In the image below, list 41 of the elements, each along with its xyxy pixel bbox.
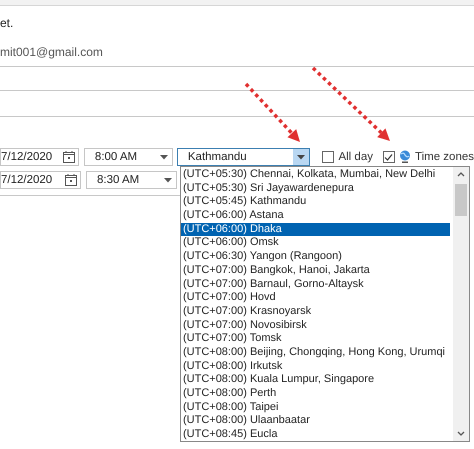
calendar-icon[interactable]	[62, 151, 75, 163]
calendar-icon[interactable]	[65, 174, 77, 186]
time-zone-option[interactable]: (UTC+08:45) Eucla	[181, 428, 450, 442]
time-zone-option[interactable]: (UTC+06:00) Omsk	[181, 236, 450, 250]
dropdown-button[interactable]	[293, 149, 310, 165]
time-zone-option[interactable]: (UTC+07:00) Novosibirsk	[181, 318, 450, 332]
time-zone-option[interactable]: (UTC+06:00) Dhaka	[181, 222, 450, 236]
time-zone-option[interactable]: (UTC+08:00) Kuala Lumpur, Singapore	[181, 373, 450, 387]
scroll-thumb[interactable]	[455, 184, 467, 216]
caret-icon	[160, 154, 168, 160]
globe-icon	[398, 150, 411, 164]
checkbox-label: Time zones	[414, 151, 474, 163]
date-field[interactable]: 7/12/2020	[0, 171, 81, 189]
dotted-arrow	[244, 82, 300, 142]
time-zone-option[interactable]: (UTC+05:45) Kathmandu	[181, 195, 450, 210]
time-zone-option[interactable]: (UTC+08:00) Perth	[181, 387, 450, 401]
time-zone-option[interactable]: (UTC+08:00) Taipei	[181, 400, 450, 414]
checkbox-label: All day	[338, 151, 373, 163]
time-zone-option[interactable]: (UTC+07:00) Barnaul, Gorno-Altaysk	[181, 278, 450, 292]
time-zone-option[interactable]: (UTC+08:00) Beijing, Chongqing, Hong Kong, Urumqi	[181, 346, 450, 360]
time-zone-option[interactable]: (UTC+07:00) Hovd	[181, 291, 450, 305]
organizer-email: mit001@gmail.com	[0, 45, 104, 59]
time-zone-option[interactable]: (UTC+07:00) Bangkok, Hanoi, Jakarta	[181, 264, 450, 278]
time-zone-option[interactable]: (UTC+07:00) Tomsk	[181, 332, 450, 346]
time-dropdown[interactable]: 8:00 AM	[84, 148, 173, 166]
time-zone-option[interactable]: (UTC+08:00) Ulaanbaatar	[181, 414, 450, 428]
time-zone-option[interactable]: (UTC+07:00) Krasnoyarsk	[181, 304, 450, 319]
checkbox[interactable]	[382, 151, 395, 163]
scrollbar[interactable]	[453, 167, 469, 441]
time-zone-option[interactable]: (UTC+05:30) Sri Jayawardenepura	[181, 182, 450, 196]
time-zone-option[interactable]: (UTC+06:00) Astana	[181, 209, 450, 223]
checkbox[interactable]	[322, 151, 334, 163]
time-zone-option[interactable]: (UTC+05:30) Chennai, Kolkata, Mumbai, New Delhi	[181, 168, 450, 182]
date-field[interactable]: 7/12/2020	[0, 148, 79, 166]
time-zone-option[interactable]: (UTC+08:00) Irkutsk	[181, 360, 450, 374]
caret-icon	[164, 178, 172, 182]
time-dropdown[interactable]: 8:30 AM	[86, 171, 177, 189]
time-zone-option[interactable]: (UTC+06:30) Yangon (Rangoon)	[181, 250, 450, 264]
time-zone-dropdown[interactable]: Kathmandu	[176, 148, 310, 166]
caret-icon	[297, 154, 306, 160]
message-text: et.	[0, 16, 14, 30]
